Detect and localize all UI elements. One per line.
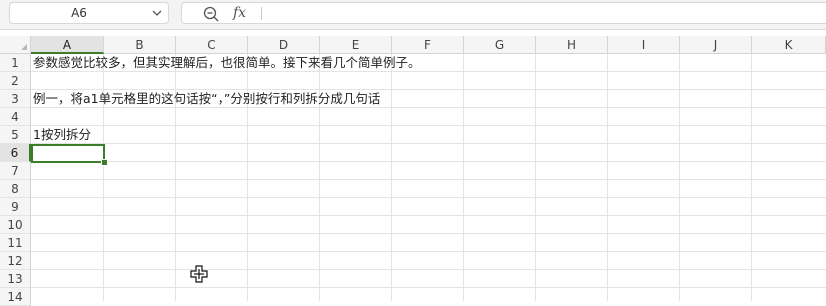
formula-input[interactable]	[268, 3, 808, 23]
gridline-row	[31, 251, 826, 252]
row-header-6[interactable]: 6	[0, 144, 31, 162]
column-header-d[interactable]: D	[248, 36, 320, 54]
row-header-11[interactable]: 11	[0, 234, 31, 252]
chevron-down-icon[interactable]	[152, 8, 162, 18]
row-header-9[interactable]: 9	[0, 198, 31, 216]
select-all-icon	[21, 44, 27, 50]
gridline-row	[31, 179, 826, 180]
cell-a1[interactable]: 参数感觉比较多，但其实理解后，也很简单。接下来看几个简单例子。	[33, 54, 421, 72]
row-header-14[interactable]: 14	[0, 288, 31, 306]
spreadsheet-grid[interactable]: A B C D E F G H I J K 1 2 3 4 5 6 7 8 9 …	[0, 36, 826, 306]
gridline-col	[535, 54, 536, 301]
column-header-f[interactable]: F	[392, 36, 464, 54]
row-header-3[interactable]: 3	[0, 90, 31, 108]
zoom-out-icon[interactable]	[202, 5, 220, 23]
gridline-row	[31, 161, 826, 162]
name-box[interactable]: A6	[9, 2, 169, 24]
name-box-value[interactable]: A6	[10, 3, 148, 23]
gridline-col	[607, 54, 608, 301]
row-header-2[interactable]: 2	[0, 72, 31, 90]
row-header-8[interactable]: 8	[0, 180, 31, 198]
gridline-col	[463, 54, 464, 301]
fx-icon[interactable]: fx	[233, 3, 246, 23]
row-header-7[interactable]: 7	[0, 162, 31, 180]
gridline-row	[31, 197, 826, 198]
cell-a3[interactable]: 例一，将a1单元格里的这句话按“，”分别按行和列拆分成几句话	[33, 90, 380, 108]
formula-divider	[261, 7, 262, 20]
formula-bar: fx	[181, 2, 826, 24]
row-header-5[interactable]: 5	[0, 126, 31, 144]
cell-a5[interactable]: 1按列拆分	[33, 126, 91, 144]
formula-toolbar: A6 fx	[0, 0, 826, 30]
gridline-col	[679, 54, 680, 301]
gridline-row	[31, 287, 826, 288]
column-header-h[interactable]: H	[536, 36, 608, 54]
column-header-e[interactable]: E	[320, 36, 392, 54]
row-header-10[interactable]: 10	[0, 216, 31, 234]
gridline-row	[31, 143, 826, 144]
gridline-row	[31, 125, 826, 126]
gridline-col	[751, 54, 752, 301]
row-header-1[interactable]: 1	[0, 54, 31, 72]
row-header-12[interactable]: 12	[0, 252, 31, 270]
column-header-c[interactable]: C	[176, 36, 248, 54]
gridline-row	[31, 233, 826, 234]
row-header-13[interactable]: 13	[0, 270, 31, 288]
column-header-g[interactable]: G	[464, 36, 536, 54]
column-header-i[interactable]: I	[608, 36, 680, 54]
move-cursor-icon	[190, 265, 208, 283]
gridline-col	[391, 54, 392, 301]
column-header-k[interactable]: K	[752, 36, 826, 54]
select-all-corner[interactable]	[0, 36, 31, 54]
column-header-a[interactable]: A	[31, 36, 104, 54]
column-header-j[interactable]: J	[680, 36, 752, 54]
gridline-row	[31, 215, 826, 216]
gridline-row	[31, 269, 826, 270]
column-header-b[interactable]: B	[104, 36, 176, 54]
fill-handle[interactable]	[101, 159, 108, 166]
row-header-4[interactable]: 4	[0, 108, 31, 126]
active-cell-a6[interactable]	[31, 144, 105, 163]
